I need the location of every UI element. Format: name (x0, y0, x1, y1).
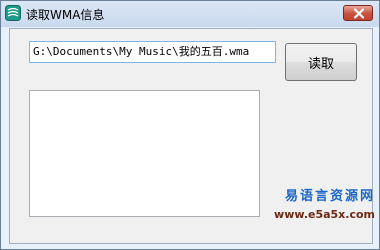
file-path-input[interactable] (29, 41, 276, 63)
watermark-url: www.e5a5x.com (274, 208, 375, 221)
watermark: 易语言资源网 www.e5a5x.com (255, 185, 375, 221)
close-icon (353, 8, 365, 19)
main-window: 读取WMA信息 读取 易语言资源网 www.e5a5x.com (0, 0, 380, 250)
title-bar[interactable]: 读取WMA信息 (1, 1, 379, 27)
close-button[interactable] (343, 5, 373, 21)
watermark-name: 易语言资源网 (284, 189, 375, 204)
window-title: 读取WMA信息 (26, 8, 105, 22)
read-button[interactable]: 读取 (285, 43, 357, 81)
info-textbox[interactable] (29, 90, 260, 217)
app-icon (5, 5, 21, 21)
